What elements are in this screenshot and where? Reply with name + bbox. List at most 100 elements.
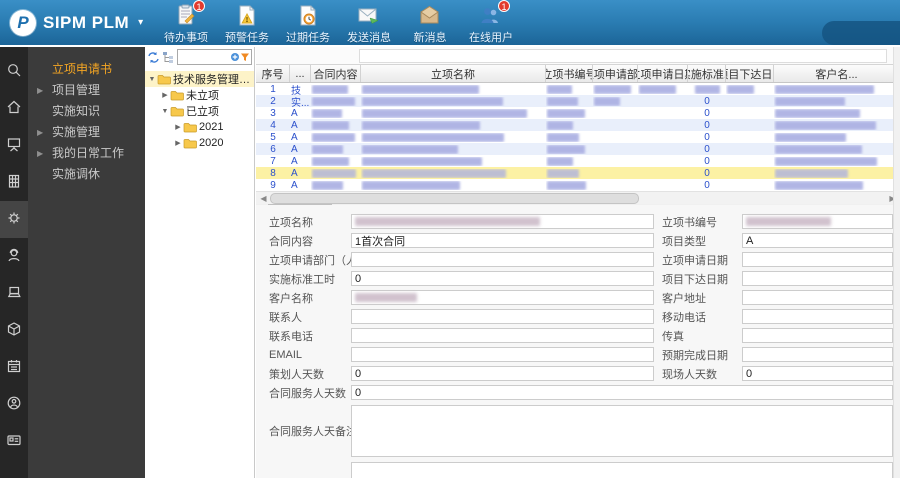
redacted-value — [355, 293, 417, 302]
table-row[interactable]: 4 A 0 — [256, 119, 900, 131]
rail-item-search[interactable] — [0, 53, 28, 90]
grid-hscrollbar[interactable]: ◀ ▶ — [256, 191, 900, 204]
table-row[interactable]: 9 A 0 — [256, 179, 900, 191]
search-filter-icon[interactable] — [240, 52, 250, 62]
redacted-value — [775, 132, 846, 142]
cell-contract — [311, 180, 361, 190]
chevron-expanded-icon[interactable]: ▼ — [160, 108, 170, 115]
right-scrollbar[interactable] — [893, 47, 900, 478]
column-header-num[interactable]: 序号 — [256, 65, 290, 82]
table-row[interactable]: 5 A 0 — [256, 131, 900, 143]
table-row[interactable]: 2 实... 0 — [256, 95, 900, 109]
grid-filter-input[interactable] — [359, 48, 887, 63]
table-row[interactable]: 6 A 0 — [256, 143, 900, 155]
field-label: 立项名称 — [269, 216, 313, 229]
field-input-立项申请日期[interactable] — [742, 252, 893, 267]
field-input-合同服务人天备注[interactable] — [351, 405, 893, 457]
toolbar-item-new-message[interactable]: 新消息 — [402, 1, 458, 45]
field-input-移动电话[interactable] — [742, 309, 893, 324]
sidebar-item[interactable]: 实施知识 — [28, 101, 145, 122]
chevron-collapsed-icon[interactable]: ▶ — [160, 91, 170, 99]
rail-item-person[interactable] — [0, 386, 28, 423]
column-header-dept[interactable]: 立项申请部... — [593, 65, 638, 82]
toolbar-item-warning-task[interactable]: 预警任务 — [219, 1, 275, 45]
rail-item-cube[interactable] — [0, 312, 28, 349]
tree-node[interactable]: ▶ 未立项 — [145, 87, 254, 103]
refresh-icon[interactable] — [147, 51, 160, 64]
calendar-icon — [6, 358, 22, 377]
scroll-left-icon[interactable]: ◀ — [257, 192, 270, 204]
cell-contract — [311, 168, 361, 178]
app-logo[interactable]: P SIPM PLM ▾ — [0, 9, 148, 36]
rail-item-building[interactable] — [0, 164, 28, 201]
chevron-collapsed-icon[interactable]: ▶ — [173, 139, 183, 147]
rail-item-calendar[interactable] — [0, 349, 28, 386]
column-header-deliver[interactable]: 项目下达日... — [726, 65, 774, 82]
tree-node[interactable]: ▼ 技术服务管理_立项书分类 — [145, 71, 254, 87]
field-input-合同服务人天数[interactable]: 0 — [351, 385, 893, 400]
table-row[interactable]: 3 A 0 — [256, 107, 900, 119]
sidebar-item[interactable]: 实施调休 — [28, 164, 145, 185]
search-plus-icon[interactable] — [230, 52, 240, 62]
rail-item-home[interactable] — [0, 90, 28, 127]
table-row[interactable]: 8 A 0 — [256, 167, 900, 179]
redacted-value — [362, 180, 460, 190]
tree-search-input[interactable] — [178, 51, 230, 63]
field-input-联系电话[interactable] — [351, 328, 654, 343]
table-row[interactable]: 1技 — [256, 83, 900, 97]
field-input-立项申请部门（人）[interactable] — [351, 252, 654, 267]
field-input-联系人[interactable] — [351, 309, 654, 324]
toolbar-item-online-users[interactable]: 1 在线用户 — [463, 0, 519, 45]
rail-item-gear[interactable] — [0, 201, 28, 238]
field-input-extra[interactable] — [351, 462, 893, 478]
tree-node[interactable]: ▶ 2020 — [145, 135, 254, 151]
field-input-现场人天数[interactable]: 0 — [742, 366, 893, 381]
tree-node[interactable]: ▶ 2021 — [145, 119, 254, 135]
tree-view-icon[interactable] — [162, 51, 175, 64]
field-input-立项名称[interactable] — [351, 214, 654, 229]
column-header-customer[interactable]: 客户名... — [774, 65, 900, 82]
column-header-att[interactable]: ... — [290, 65, 311, 82]
topbar-right-pill[interactable] — [822, 21, 900, 45]
field-input-预期完成日期[interactable] — [742, 347, 893, 362]
field-label: 联系人 — [269, 311, 302, 324]
field-input-传真[interactable] — [742, 328, 893, 343]
tree: ▼技术服务管理_立项书分类▶未立项 ▼ 已立项▶2021▶2020 — [145, 67, 254, 151]
field-input-策划人天数[interactable]: 0 — [351, 366, 654, 381]
redacted-value — [594, 96, 620, 106]
chevron-expanded-icon[interactable]: ▼ — [147, 76, 157, 83]
field-input-立项书编号[interactable] — [742, 214, 893, 229]
column-header-code[interactable]: 立项书编号 — [546, 65, 593, 82]
toolbar-item-send-message[interactable]: 发送消息 — [341, 1, 397, 45]
column-header-name[interactable]: 立项名称 — [361, 65, 546, 82]
column-header-contract[interactable]: 合同内容 — [311, 65, 361, 82]
cell-customer — [774, 132, 891, 142]
tree-node-label: 已立项 — [186, 106, 219, 118]
redacted-value — [547, 168, 579, 178]
scrollbar-thumb[interactable] — [270, 193, 640, 204]
sidebar-item[interactable]: 立项申请书 — [28, 59, 145, 80]
toolbar-item-todo[interactable]: 1 待办事项 — [158, 0, 214, 45]
column-header-date[interactable]: 立项申请日期 — [638, 65, 688, 82]
sidebar-item[interactable]: ▶ 实施管理 — [28, 122, 145, 143]
field-input-项目下达日期[interactable] — [742, 271, 893, 286]
column-header-std[interactable]: 实施标准... — [688, 65, 726, 82]
chevron-collapsed-icon[interactable]: ▶ — [173, 123, 183, 131]
rail-item-idcard[interactable] — [0, 423, 28, 460]
table-row[interactable]: 7 A 0 — [256, 155, 900, 167]
field-input-实施标准工时[interactable]: 0 — [351, 271, 654, 286]
field-input-EMAIL[interactable] — [351, 347, 654, 362]
rail-item-presentation[interactable] — [0, 127, 28, 164]
field-input-客户地址[interactable] — [742, 290, 893, 305]
sidebar-item[interactable]: ▶ 我的日常工作 — [28, 143, 145, 164]
rail-item-laptop[interactable] — [0, 275, 28, 312]
toolbar-item-label: 新消息 — [413, 31, 447, 44]
tree-node[interactable]: ▼ 已立项 — [145, 103, 254, 119]
sidebar-item[interactable]: ▶ 项目管理 — [28, 80, 145, 101]
field-input-项目类型[interactable]: A — [742, 233, 893, 248]
redacted-value — [312, 120, 349, 130]
field-input-合同内容[interactable]: 1首次合同 — [351, 233, 654, 248]
toolbar-item-overdue-task[interactable]: 过期任务 — [280, 1, 336, 45]
field-input-客户名称[interactable] — [351, 290, 654, 305]
rail-item-support[interactable] — [0, 238, 28, 275]
